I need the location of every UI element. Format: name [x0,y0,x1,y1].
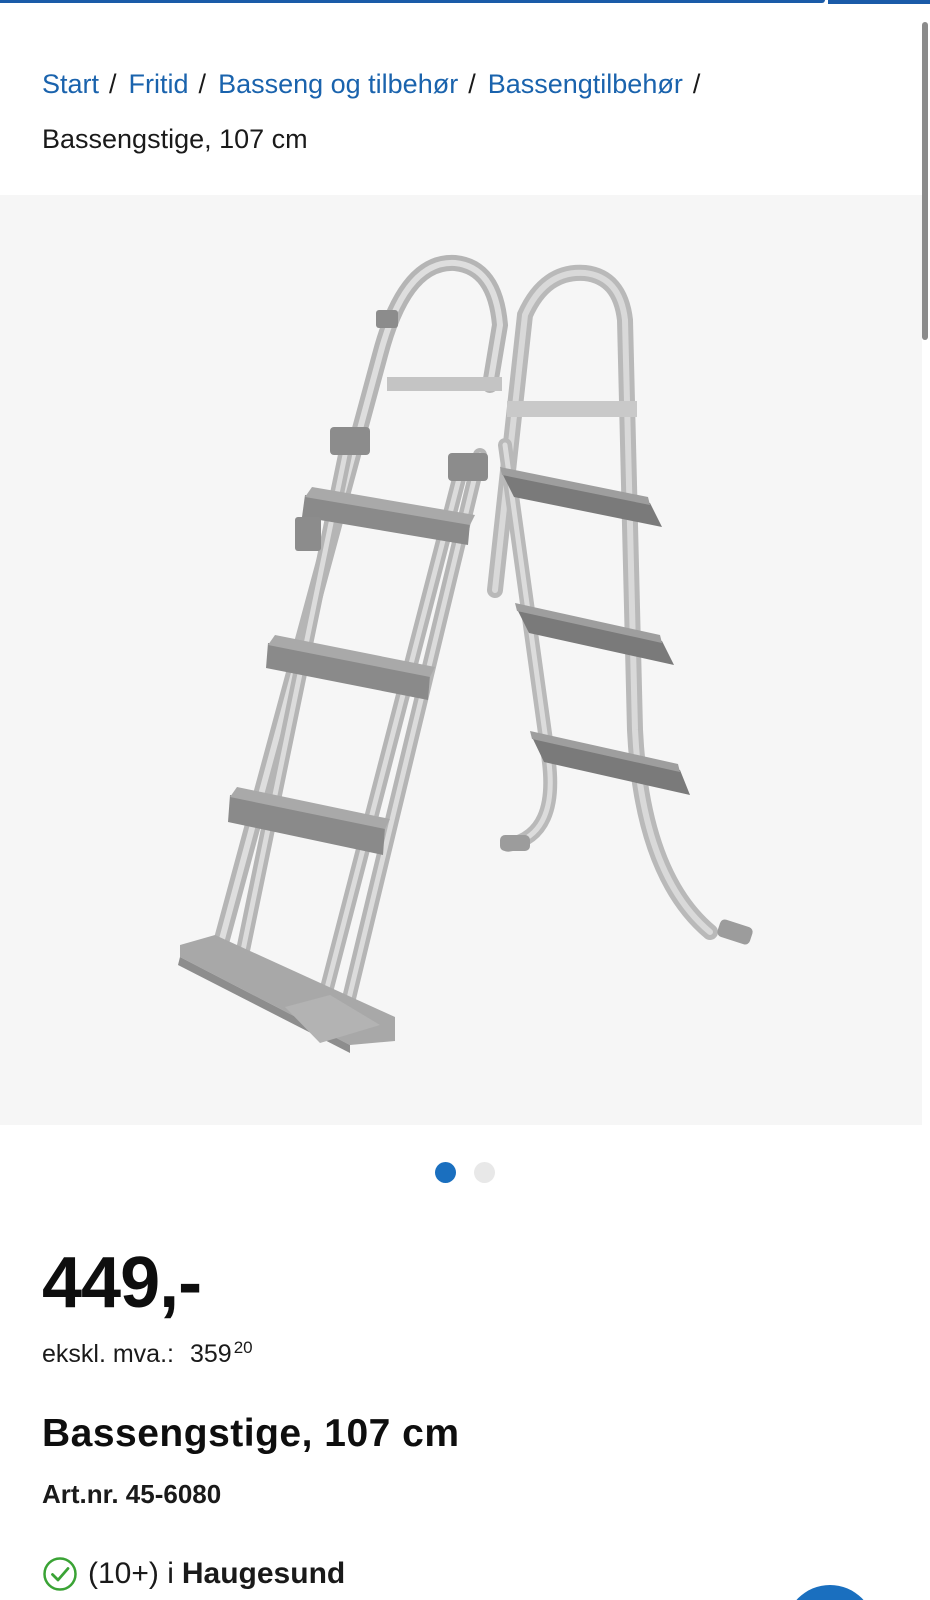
product-price: 449,- [42,1243,202,1323]
gallery-pagination [0,1162,930,1186]
article-number: Art.nr. 45-6080 [42,1479,222,1509]
product-title: Bassengstige, 107 cm [42,1412,460,1455]
breadcrumb-current: Bassengstige, 107 cm [42,124,308,154]
check-circle-icon [43,1557,77,1591]
breadcrumb: Start / Fritid / Basseng og tilbehør / Basseng… [42,62,862,161]
price-excl-vat: ekskl. mva.: 359 20 [42,1337,253,1374]
breadcrumb-link-basseng[interactable]: Basseng og tilbehør [218,69,458,99]
gallery-dot-2[interactable] [474,1162,495,1183]
top-header-edge [0,0,930,4]
excl-vat-value: 359 [189,1340,232,1368]
stock-store-name[interactable]: Haugesund [182,1557,345,1591]
excl-vat-cents: 20 [233,1338,253,1357]
breadcrumb-link-start[interactable]: Start [42,69,99,99]
store-stock-status[interactable]: (10+) i Haugesund [42,1554,345,1594]
product-image-ladder [178,254,753,1053]
breadcrumb-separator: / [692,69,701,99]
search-button-edge[interactable] [828,0,930,4]
breadcrumb-link-fritid[interactable]: Fritid [129,69,189,99]
breadcrumb-separator: / [198,69,207,99]
breadcrumb-separator: / [109,69,117,99]
excl-vat-label: ekskl. mva.: [42,1340,174,1368]
floating-action-button[interactable] [785,1585,875,1600]
search-field-edge[interactable] [0,0,825,3]
breadcrumb-link-bassengtilbehor[interactable]: Bassengtilbehør [488,69,683,99]
breadcrumb-separator: / [468,69,476,99]
page-scrollbar[interactable] [922,22,928,340]
stock-count: (10+) i [88,1557,174,1590]
product-image-gallery[interactable] [0,195,922,1125]
gallery-dot-1[interactable] [435,1162,456,1183]
